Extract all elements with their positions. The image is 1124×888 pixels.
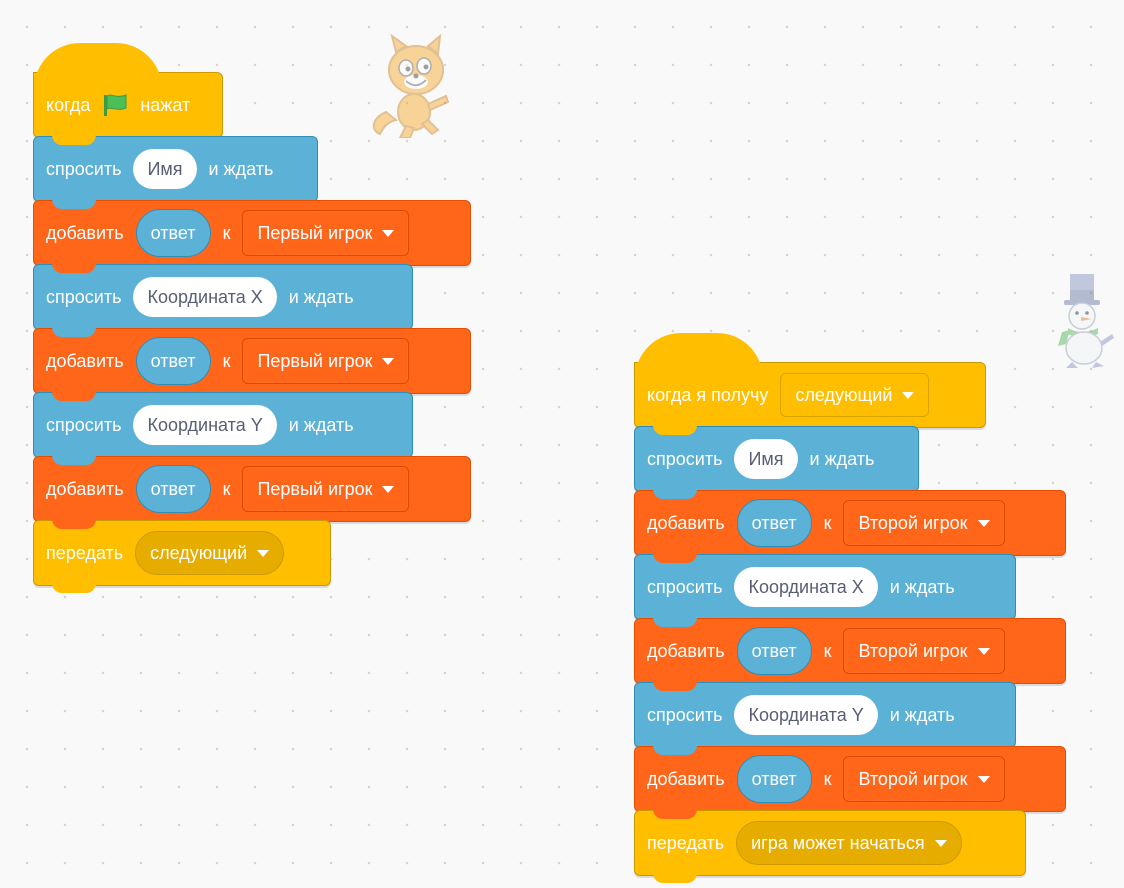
caret-down-icon — [977, 519, 990, 527]
add-label: добавить — [647, 640, 725, 661]
list-dropdown[interactable]: Второй игрок — [843, 628, 1005, 674]
add-to-list-block[interactable]: добавить ответ к Второй игрок — [634, 618, 1066, 691]
list-dropdown[interactable]: Первый игрок — [242, 466, 410, 512]
ask-label: спросить — [46, 286, 122, 307]
list-name: Первый игрок — [257, 350, 373, 371]
message-dropdown[interactable]: следующий — [780, 373, 930, 417]
wait-label: и ждать — [809, 448, 875, 469]
clicked-label: нажат — [140, 94, 191, 115]
answer-reporter[interactable]: ответ — [736, 755, 812, 803]
to-label: к — [823, 768, 832, 789]
when-label: когда — [46, 94, 91, 115]
ask-and-wait-block[interactable]: спросить Координата X и ждать — [33, 264, 413, 337]
caret-down-icon — [977, 775, 990, 783]
question-input[interactable]: Координата Y — [734, 695, 878, 735]
add-label: добавить — [647, 768, 725, 789]
message-name: игра может начаться — [751, 832, 925, 853]
list-dropdown[interactable]: Первый игрок — [242, 210, 410, 256]
answer-reporter[interactable]: ответ — [135, 337, 211, 385]
ask-and-wait-block[interactable]: спросить Координата X и ждать — [634, 554, 1016, 627]
caret-down-icon — [902, 391, 915, 399]
question-input[interactable]: Координата X — [133, 277, 277, 317]
to-label: к — [222, 222, 231, 243]
caret-down-icon — [977, 647, 990, 655]
add-to-list-block[interactable]: добавить ответ к Второй игрок — [634, 746, 1066, 819]
caret-down-icon — [382, 229, 395, 237]
message-name: следующий — [150, 542, 248, 563]
to-label: к — [823, 640, 832, 661]
question-input[interactable]: Координата X — [734, 567, 878, 607]
add-to-list-block[interactable]: добавить ответ к Первый игрок — [33, 456, 471, 529]
green-flag-icon — [102, 93, 128, 117]
list-name: Второй игрок — [858, 512, 968, 533]
ask-and-wait-block[interactable]: спросить Имя и ждать — [634, 426, 919, 499]
question-input[interactable]: Имя — [734, 439, 798, 479]
list-dropdown[interactable]: Второй игрок — [843, 500, 1005, 546]
answer-reporter[interactable]: ответ — [135, 209, 211, 257]
list-dropdown[interactable]: Первый игрок — [242, 338, 410, 384]
message-dropdown[interactable]: игра может начаться — [736, 821, 962, 865]
list-name: Первый игрок — [257, 222, 373, 243]
answer-reporter[interactable]: ответ — [736, 627, 812, 675]
ask-label: спросить — [46, 414, 122, 435]
add-to-list-block[interactable]: добавить ответ к Первый игрок — [33, 328, 471, 401]
to-label: к — [222, 478, 231, 499]
caret-down-icon — [257, 549, 270, 557]
answer-reporter[interactable]: ответ — [736, 499, 812, 547]
ask-label: спросить — [647, 448, 723, 469]
snowman-sprite — [1052, 272, 1118, 373]
add-label: добавить — [46, 350, 124, 371]
broadcast-block[interactable]: передать игра может начаться — [634, 810, 1026, 883]
to-label: к — [823, 512, 832, 533]
wait-label: и ждать — [889, 704, 955, 725]
add-label: добавить — [46, 478, 124, 499]
ask-and-wait-block[interactable]: спросить Координата Y и ждать — [33, 392, 413, 465]
to-label: к — [222, 350, 231, 371]
broadcast-label: передать — [647, 832, 725, 853]
answer-reporter[interactable]: ответ — [135, 465, 211, 513]
broadcast-label: передать — [46, 542, 124, 563]
wait-label: и ждать — [288, 286, 354, 307]
caret-down-icon — [934, 839, 947, 847]
ask-label: спросить — [46, 158, 122, 179]
ask-label: спросить — [647, 704, 723, 725]
broadcast-block[interactable]: передать следующий — [33, 520, 331, 593]
add-to-list-block[interactable]: добавить ответ к Первый игрок — [33, 200, 471, 273]
ask-label: спросить — [647, 576, 723, 597]
when-i-receive-block[interactable]: когда я получу следующий — [634, 333, 986, 435]
list-name: Первый игрок — [257, 478, 373, 499]
list-name: Второй игрок — [858, 640, 968, 661]
ask-and-wait-block[interactable]: спросить Координата Y и ждать — [634, 682, 1016, 755]
when-flag-clicked-block[interactable]: когда нажат — [33, 43, 223, 145]
question-input[interactable]: Координата Y — [133, 405, 277, 445]
script-player1[interactable]: когда нажат спросить Имя и ждать добавит… — [33, 43, 471, 593]
caret-down-icon — [382, 485, 395, 493]
scratch-cat-sprite — [366, 33, 462, 143]
wait-label: и ждать — [288, 414, 354, 435]
when-i-receive-label: когда я получу — [647, 384, 769, 405]
wait-label: и ждать — [889, 576, 955, 597]
list-name: Второй игрок — [858, 768, 968, 789]
message-dropdown[interactable]: следующий — [135, 531, 285, 575]
question-input[interactable]: Имя — [133, 149, 197, 189]
wait-label: и ждать — [208, 158, 274, 179]
list-dropdown[interactable]: Второй игрок — [843, 756, 1005, 802]
script-player2[interactable]: когда я получу следующий спросить Имя и … — [634, 333, 1066, 883]
add-label: добавить — [647, 512, 725, 533]
ask-and-wait-block[interactable]: спросить Имя и ждать — [33, 136, 318, 209]
add-label: добавить — [46, 222, 124, 243]
message-name: следующий — [795, 384, 893, 405]
caret-down-icon — [382, 357, 395, 365]
add-to-list-block[interactable]: добавить ответ к Второй игрок — [634, 490, 1066, 563]
